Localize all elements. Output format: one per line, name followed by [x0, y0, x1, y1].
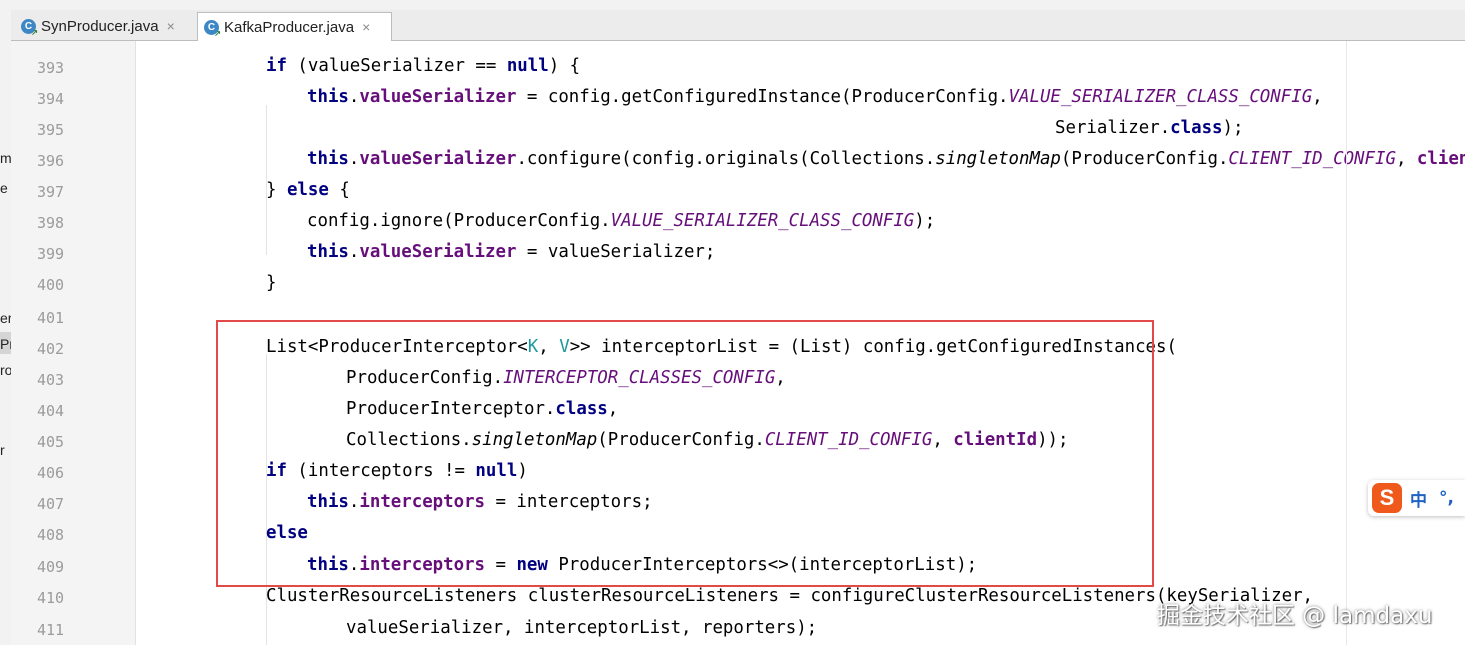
code-token: );: [914, 211, 936, 231]
code-token: CLIENT_ID_CONFIG: [1228, 149, 1396, 169]
line-number: 411: [37, 621, 65, 639]
code-token: .: [348, 87, 360, 107]
line-number: 400: [37, 276, 65, 294]
code-token: );: [1222, 118, 1244, 138]
close-icon[interactable]: ×: [167, 18, 175, 34]
line-number: 408: [37, 526, 65, 544]
right-margin-line: [1346, 41, 1347, 645]
ime-toolbar[interactable]: S 中 °,: [1368, 480, 1465, 516]
line-number: 395: [37, 121, 65, 139]
tab-label: KafkaProducer.java: [224, 18, 355, 36]
code-token: Serializer.: [1055, 118, 1171, 138]
code-token: ) {: [548, 56, 581, 76]
code-token: VALUE_SERIALIZER_CLASS_CONFIG: [610, 211, 915, 231]
line-number: 407: [37, 495, 65, 513]
code-line[interactable]: }: [266, 271, 276, 295]
code-line[interactable]: this.valueSerializer.configure(config.or…: [307, 147, 1465, 171]
tab-kafkaproducer[interactable]: C ↗ KafkaProducer.java ×: [197, 12, 392, 41]
code-token: this: [307, 87, 349, 107]
line-number: 399: [37, 245, 65, 263]
code-token: this: [307, 149, 349, 169]
line-number-gutter: 393 394 395 396 397 398 399 400 401 402 403 404 405 4…: [11, 41, 136, 645]
code-token: = config.getConfiguredInstance(ProducerC…: [516, 87, 1009, 107]
code-token: else: [286, 180, 329, 200]
code-line[interactable]: config.ignore(ProducerConfig.VALUE_SERIA…: [307, 209, 935, 233]
code-token: valueSerializer: [359, 87, 517, 107]
line-number: 406: [37, 464, 65, 482]
code-token: this: [307, 242, 349, 262]
code-token: (valueSerializer ==: [286, 56, 507, 76]
editor-tab-bar: C ↗ SynProducer.java × C ↗ KafkaProducer.j…: [11, 10, 1465, 41]
code-token: (ProducerConfig.: [1060, 149, 1229, 169]
code-token: {: [328, 180, 350, 200]
line-number: 402: [37, 340, 65, 358]
code-token: null: [506, 56, 549, 76]
code-token: ClusterResourceListeners clusterResource…: [266, 586, 1314, 606]
code-token: VALUE_SERIALIZER_CLASS_CONFIG: [1008, 87, 1313, 107]
code-token: .configure(config.originals(Collections.: [516, 149, 936, 169]
code-token: }: [266, 273, 277, 293]
java-class-icon: C ↗: [21, 18, 38, 37]
sogou-logo-icon: S: [1372, 483, 1402, 513]
line-number: 396: [37, 152, 65, 170]
code-line[interactable]: valueSerializer, interceptorList, report…: [346, 616, 817, 640]
code-token: config.ignore(ProducerConfig.: [307, 211, 611, 231]
tab-label: SynProducer.java: [41, 17, 159, 35]
code-token: = valueSerializer;: [516, 242, 716, 262]
tab-synproducer[interactable]: C ↗ SynProducer.java ×: [15, 12, 195, 40]
java-class-icon: C ↗: [204, 19, 221, 38]
line-number: 409: [37, 558, 65, 576]
close-icon[interactable]: ×: [362, 19, 370, 35]
line-number: 393: [37, 59, 65, 77]
code-line[interactable]: if (valueSerializer == null) {: [266, 54, 580, 78]
line-number: 394: [37, 90, 65, 108]
panel-fragment: e: [0, 180, 8, 196]
ime-mode-label[interactable]: 中: [1410, 486, 1427, 511]
code-token: if: [266, 56, 287, 76]
panel-fragment: r: [0, 442, 5, 458]
line-number: 397: [37, 183, 65, 201]
code-token: ,: [1312, 87, 1323, 107]
code-token: valueSerializer: [359, 242, 517, 262]
code-token: .: [348, 242, 360, 262]
line-number: 403: [37, 371, 65, 389]
code-token: }: [266, 180, 287, 200]
code-token: singletonMap: [935, 149, 1061, 169]
highlight-box: [216, 320, 1154, 587]
line-number: 401: [37, 309, 65, 327]
code-line[interactable]: this.valueSerializer = config.getConfigu…: [307, 85, 1323, 109]
line-number: 410: [37, 589, 65, 607]
line-number: 405: [37, 433, 65, 451]
code-token: .: [348, 149, 360, 169]
line-number: 398: [37, 214, 65, 232]
watermark: 掘金技术社区 @ lamdaxu: [1157, 603, 1433, 629]
code-token: class: [1170, 118, 1223, 138]
code-line[interactable]: Serializer.class);: [1055, 116, 1243, 140]
line-number: 404: [37, 402, 65, 420]
ime-punct-label[interactable]: °,: [1439, 488, 1454, 508]
panel-fragment: m: [0, 150, 12, 166]
code-token: valueSerializer, interceptorList, report…: [346, 618, 818, 638]
code-line[interactable]: ClusterResourceListeners clusterResource…: [266, 584, 1313, 608]
code-line[interactable]: this.valueSerializer = valueSerializer;: [307, 240, 715, 264]
code-token: ,: [1395, 149, 1417, 169]
code-token: valueSerializer: [359, 149, 517, 169]
code-line[interactable]: } else {: [266, 178, 350, 202]
code-token: clientI: [1416, 149, 1465, 169]
